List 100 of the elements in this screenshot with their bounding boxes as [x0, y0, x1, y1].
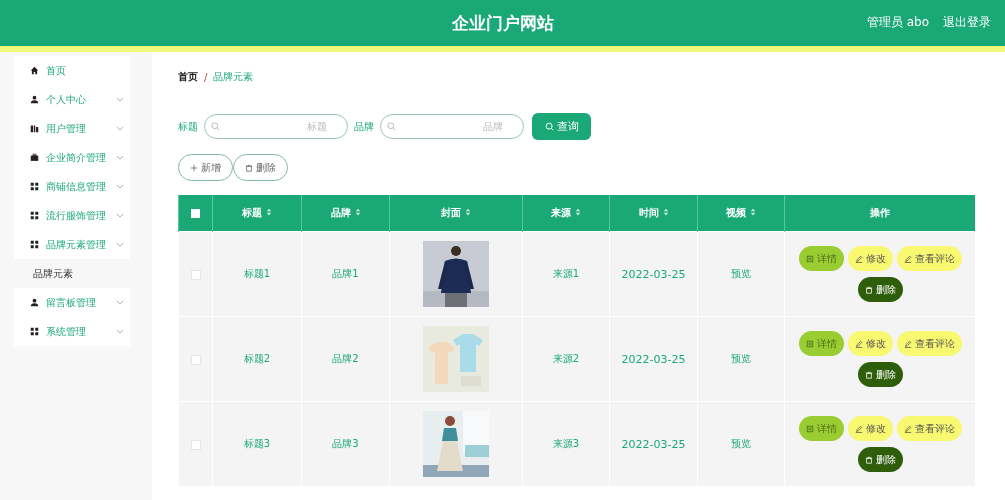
pencil-icon	[854, 424, 863, 433]
search-field[interactable]: 标题	[204, 114, 348, 139]
document-icon	[805, 254, 814, 263]
plus-icon	[190, 163, 198, 172]
add-button[interactable]: 新增	[178, 154, 233, 181]
field-label: 标题	[178, 119, 198, 134]
document-icon	[805, 424, 814, 433]
sort-icon	[662, 208, 669, 216]
chevron-down-icon	[116, 155, 124, 160]
breadcrumb-link[interactable]: 首页	[178, 70, 198, 84]
breadcrumb-current: 品牌元素	[213, 70, 254, 84]
logout-link[interactable]: 退出登录	[943, 14, 991, 31]
pencil-icon	[854, 254, 863, 263]
sort-icon	[266, 208, 272, 216]
menu-item[interactable]: 个人中心	[14, 85, 130, 114]
table-cell: 品牌1	[301, 231, 390, 317]
menu-item[interactable]: 商铺信息管理	[14, 172, 130, 201]
table-cell: 标题1	[212, 231, 302, 317]
chevron-down-icon	[116, 184, 124, 189]
chevron-down-icon	[116, 97, 124, 102]
bar-chart-icon	[30, 124, 39, 133]
column-header[interactable]: 标题	[212, 195, 302, 232]
detail-button[interactable]: 详情	[798, 246, 844, 271]
menu-item[interactable]: 系统管理	[14, 317, 130, 346]
user-name: 管理员 abo	[866, 14, 929, 31]
row-checkbox[interactable]	[190, 439, 201, 450]
sort-icon	[750, 208, 756, 216]
search-icon	[544, 122, 554, 131]
search-icon	[211, 122, 220, 131]
edit-button[interactable]: 修改	[847, 331, 893, 356]
column-header[interactable]: 时间	[609, 195, 698, 232]
column-header[interactable]: 品牌	[301, 195, 390, 232]
trash-icon	[864, 285, 873, 294]
grid-icon	[30, 327, 39, 336]
person-icon	[30, 95, 39, 104]
column-header[interactable]: 视频	[697, 195, 785, 232]
pencil-icon	[903, 424, 912, 433]
submenu-item[interactable]: 品牌元素	[14, 259, 152, 288]
search-button[interactable]: 查询	[532, 113, 591, 140]
pencil-icon	[903, 254, 912, 263]
comments-button[interactable]: 查看评论	[896, 416, 962, 441]
column-header[interactable]: 操作	[784, 195, 975, 232]
menu-item[interactable]: 企业简介管理	[14, 143, 130, 172]
table-cell: 2022-03-25	[609, 231, 698, 317]
pencil-icon	[903, 339, 912, 348]
document-icon	[805, 339, 814, 348]
home-icon	[30, 66, 39, 75]
edit-button[interactable]: 修改	[847, 416, 893, 441]
delete-button[interactable]: 删除	[233, 154, 288, 181]
grid-icon	[30, 211, 39, 220]
column-header[interactable]: 封面	[389, 195, 523, 232]
row-checkbox[interactable]	[190, 354, 201, 365]
table-cell: 品牌3	[301, 401, 390, 486]
menu-item[interactable]: 首页	[14, 56, 130, 85]
sort-icon	[575, 208, 581, 216]
search-icon	[387, 122, 396, 131]
delete-button[interactable]: 删除	[857, 277, 903, 302]
row-checkbox[interactable]	[190, 269, 201, 280]
sort-icon	[354, 208, 361, 216]
chevron-down-icon	[116, 329, 124, 334]
person-icon	[30, 298, 39, 307]
column-header[interactable]: 来源	[522, 195, 610, 232]
trash-icon	[864, 370, 873, 379]
pencil-icon	[854, 339, 863, 348]
chevron-down-icon	[116, 126, 124, 131]
chevron-down-icon	[116, 300, 124, 305]
breadcrumb-separator: /	[204, 71, 208, 83]
edit-button[interactable]: 修改	[847, 246, 893, 271]
table-cell: 来源3	[522, 401, 610, 486]
preview-link[interactable]: 预览	[731, 268, 751, 279]
preview-link[interactable]: 预览	[731, 438, 751, 449]
menu-item[interactable]: 留言板管理	[14, 288, 130, 317]
delete-button[interactable]: 删除	[857, 362, 903, 387]
briefcase-icon	[30, 153, 39, 162]
table-cell: 来源1	[522, 231, 610, 317]
grid-icon	[30, 240, 39, 249]
preview-link[interactable]: 预览	[731, 353, 751, 364]
trash-icon	[245, 163, 253, 172]
detail-button[interactable]: 详情	[798, 331, 844, 356]
delete-button[interactable]: 删除	[857, 447, 903, 472]
menu-item[interactable]: 流行服饰管理	[14, 201, 130, 230]
site-title: 企业门户网站	[451, 11, 554, 35]
table-cell: 标题3	[212, 401, 302, 486]
table-cell: 2022-03-25	[609, 316, 698, 402]
comments-button[interactable]: 查看评论	[896, 331, 962, 356]
table-cell: 品牌2	[301, 316, 390, 402]
sort-icon	[465, 208, 471, 216]
chevron-down-icon	[116, 213, 124, 218]
detail-button[interactable]: 详情	[798, 416, 844, 441]
menu-item[interactable]: 品牌元素管理	[14, 230, 130, 259]
chevron-down-icon	[116, 242, 124, 247]
table-cell: 2022-03-25	[609, 401, 698, 486]
select-all-checkbox[interactable]	[191, 209, 200, 218]
grid-icon	[30, 182, 39, 191]
table-cell: 标题2	[212, 316, 302, 402]
menu-item[interactable]: 用户管理	[14, 114, 130, 143]
table-cell: 来源2	[522, 316, 610, 402]
comments-button[interactable]: 查看评论	[896, 246, 962, 271]
trash-icon	[864, 455, 873, 464]
field-label: 品牌	[354, 119, 374, 134]
